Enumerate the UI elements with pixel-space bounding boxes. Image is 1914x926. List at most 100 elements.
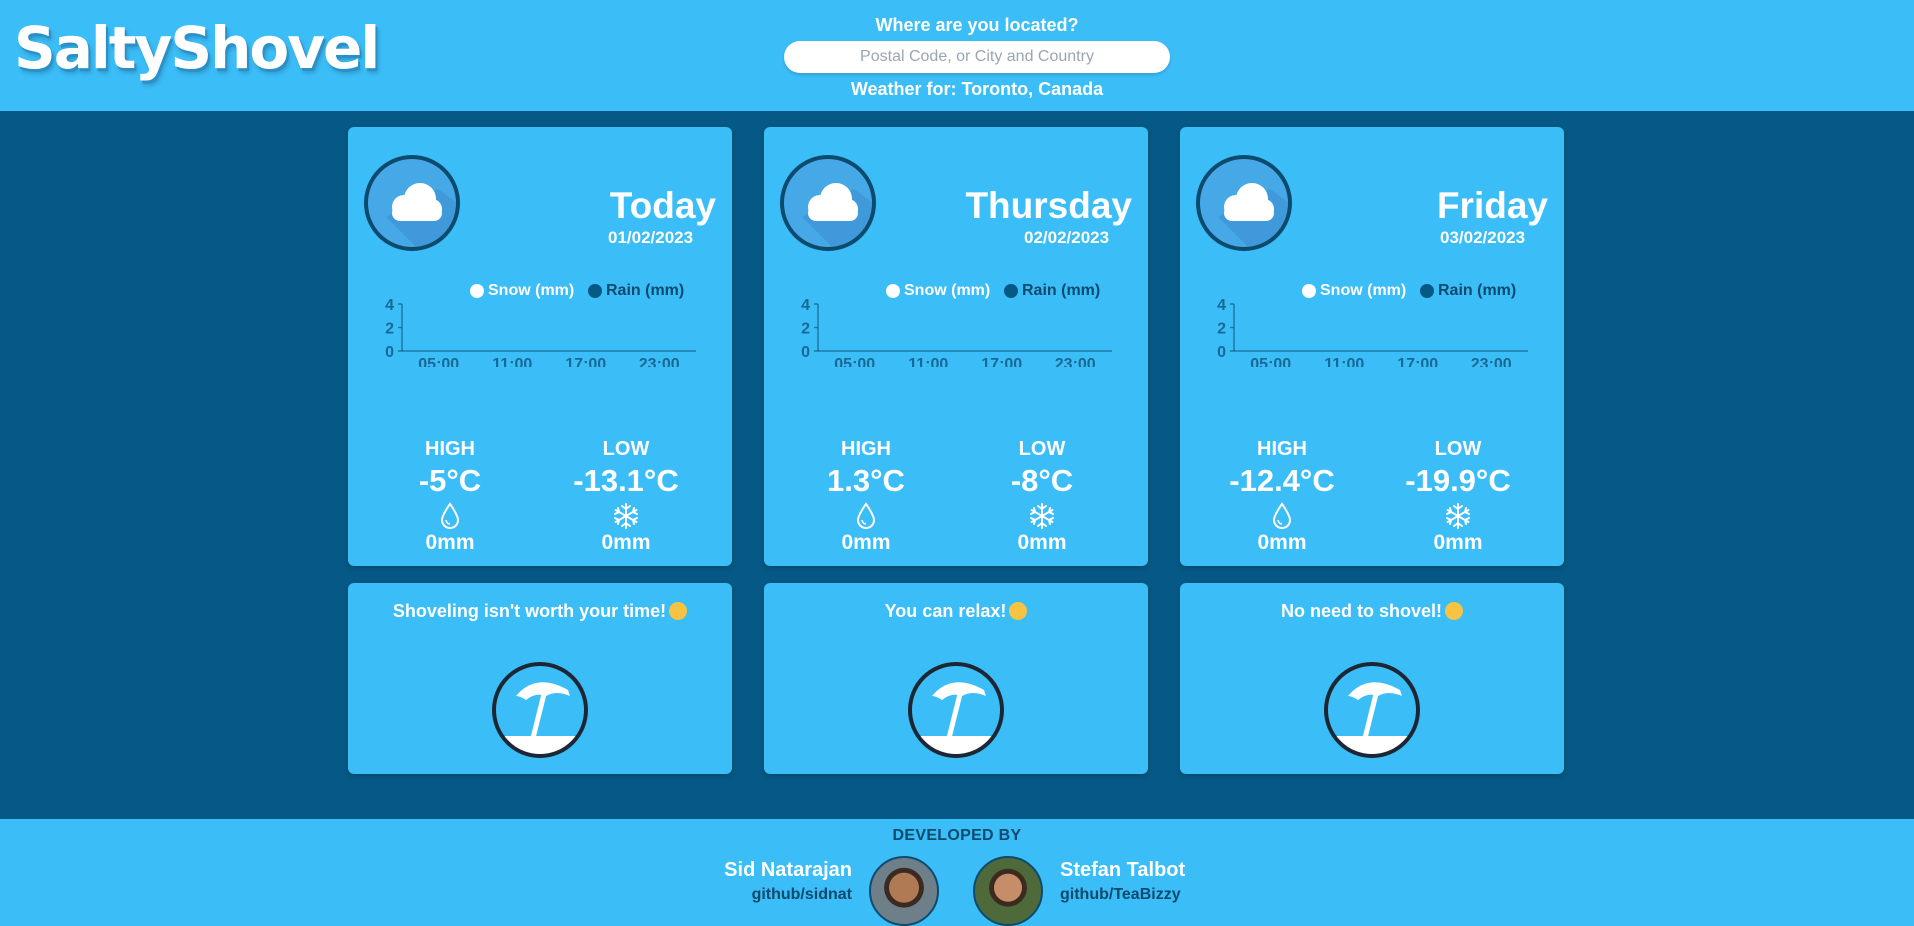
snow-dot <box>886 284 900 298</box>
snowflake-icon <box>967 501 1117 531</box>
footer: DEVELOPED BY Sid Natarajan github/sidnat… <box>0 819 1914 926</box>
rain-amount: 0mm <box>1257 531 1307 554</box>
x-tick-label: 17:00 <box>1397 356 1438 367</box>
low-temperature: -13.1°C <box>573 463 679 498</box>
developer-github-link[interactable]: github/TeaBizzy <box>1060 883 1185 907</box>
developer-github-link[interactable]: github/sidnat <box>724 883 852 907</box>
cloud-icon <box>364 155 460 251</box>
y-tick-label: 4 <box>1217 297 1226 314</box>
advice-card: No need to shovel! <box>1180 583 1564 774</box>
high-temperature: -12.4°C <box>1229 463 1335 498</box>
x-tick-label: 05:00 <box>834 356 875 367</box>
x-tick-label: 23:00 <box>1055 356 1096 367</box>
y-tick-label: 0 <box>385 344 394 361</box>
day-name: Thursday <box>965 185 1132 226</box>
high-label: HIGH <box>425 438 475 460</box>
y-tick-label: 4 <box>801 297 810 314</box>
x-tick-label: 23:00 <box>1471 356 1512 367</box>
day-name: Friday <box>1436 185 1548 226</box>
y-tick-label: 0 <box>801 344 810 361</box>
beach-umbrella-icon <box>492 662 588 758</box>
rain-dot <box>1420 284 1434 298</box>
high-stat: HIGH 1.3°C 0mm <box>791 437 941 555</box>
app-logo[interactable]: SaltyShovel <box>14 14 380 82</box>
day-date: 01/02/2023 <box>608 228 694 247</box>
snow-dot <box>1302 284 1316 298</box>
location-search-input[interactable] <box>784 41 1170 73</box>
header: SaltyShovel Where are you located? Weath… <box>0 0 1914 111</box>
x-tick-label: 23:00 <box>639 356 680 367</box>
advice-message: Shoveling isn't worth your time! <box>348 601 732 622</box>
snow-amount: 0mm <box>1017 531 1067 554</box>
raindrop-icon <box>791 501 941 531</box>
precipitation-chart: 0 2 4 05:00 11:00 17:00 23:00 <box>1217 297 1528 367</box>
search-label: Where are you located? <box>875 15 1079 35</box>
day-date: 02/02/2023 <box>1024 228 1110 247</box>
snow-dot <box>470 284 484 298</box>
high-label: HIGH <box>841 438 891 460</box>
raindrop-icon <box>1207 501 1357 531</box>
precipitation-chart: 0 2 4 05:00 11:00 17:00 23:00 <box>801 297 1112 367</box>
developer-name: Sid Natarajan <box>724 859 852 881</box>
x-tick-label: 17:00 <box>981 356 1022 367</box>
forecast-card: Friday 03/02/2023 Snow (mm) Rain (mm) 0 2 4 05:… <box>1180 127 1564 566</box>
forecast-card: Thursday 02/02/2023 Snow (mm) Rain (mm) 0 2 4 0… <box>764 127 1148 566</box>
x-tick-label: 17:00 <box>565 356 606 367</box>
y-tick-label: 0 <box>1217 344 1226 361</box>
snowflake-icon <box>1383 501 1533 531</box>
avatar[interactable] <box>869 856 939 926</box>
raindrop-icon <box>375 501 525 531</box>
high-stat: HIGH -12.4°C 0mm <box>1207 437 1357 555</box>
low-stat: LOW -19.9°C 0mm <box>1383 437 1533 555</box>
advice-text: No need to shovel! <box>1280 601 1442 621</box>
high-temperature: 1.3°C <box>827 463 905 498</box>
day-name: Today <box>609 185 716 226</box>
y-tick-label: 2 <box>385 321 394 338</box>
precipitation-chart: 0 2 4 05:00 11:00 17:00 23:00 <box>385 297 696 367</box>
temperature-stats: HIGH 1.3°C 0mm LOW -8°C 0mm <box>764 437 1148 557</box>
snow-amount: 0mm <box>1433 531 1483 554</box>
developer-stefan: Stefan Talbot github/TeaBizzy <box>1060 857 1185 907</box>
high-label: HIGH <box>1257 438 1307 460</box>
x-tick-label: 05:00 <box>1250 356 1291 367</box>
low-temperature: -8°C <box>1010 463 1074 498</box>
x-tick-label: 11:00 <box>492 356 532 367</box>
sunglasses-face-icon <box>1009 602 1028 620</box>
rain-amount: 0mm <box>425 531 475 554</box>
rain-amount: 0mm <box>841 531 891 554</box>
advice-message: No need to shovel! <box>1180 601 1564 622</box>
avatar[interactable] <box>973 856 1043 926</box>
x-tick-label: 05:00 <box>418 356 459 367</box>
low-label: LOW <box>1018 438 1066 460</box>
developer-name: Stefan Talbot <box>1060 859 1186 881</box>
snow-amount: 0mm <box>601 531 651 554</box>
high-stat: HIGH -5°C 0mm <box>375 437 525 555</box>
forecast-card: Today 01/02/2023 Snow (mm) Rain (mm) 0 2 4 05:0… <box>348 127 732 566</box>
rain-dot <box>1004 284 1018 298</box>
advice-card: You can relax! <box>764 583 1148 774</box>
beach-umbrella-icon <box>1324 662 1420 758</box>
low-stat: LOW -8°C 0mm <box>967 437 1117 555</box>
cloud-icon <box>1196 155 1292 251</box>
low-stat: LOW -13.1°C 0mm <box>551 437 701 555</box>
beach-umbrella-icon <box>908 662 1004 758</box>
low-label: LOW <box>602 438 650 460</box>
cloud-icon <box>780 155 876 251</box>
rain-dot <box>588 284 602 298</box>
temperature-stats: HIGH -5°C 0mm LOW -13.1°C 0mm <box>348 437 732 557</box>
low-label: LOW <box>1434 438 1482 460</box>
smiling-face-icon <box>669 602 688 620</box>
high-temperature: -5°C <box>418 463 482 498</box>
temperature-stats: HIGH -12.4°C 0mm LOW -19.9°C 0mm <box>1180 437 1564 557</box>
weather-location-text: Weather for: Toronto, Canada <box>850 79 1104 99</box>
y-tick-label: 2 <box>1217 321 1226 338</box>
developed-by-label: DEVELOPED BY <box>892 827 1022 844</box>
advice-text: You can relax! <box>884 601 1007 621</box>
x-tick-label: 11:00 <box>908 356 948 367</box>
advice-card: Shoveling isn't worth your time! <box>348 583 732 774</box>
advice-message: You can relax! <box>764 601 1148 622</box>
day-date: 03/02/2023 <box>1440 228 1526 247</box>
y-tick-label: 4 <box>385 297 394 314</box>
relieved-face-icon <box>1445 602 1463 620</box>
advice-text: Shoveling isn't worth your time! <box>392 601 667 621</box>
